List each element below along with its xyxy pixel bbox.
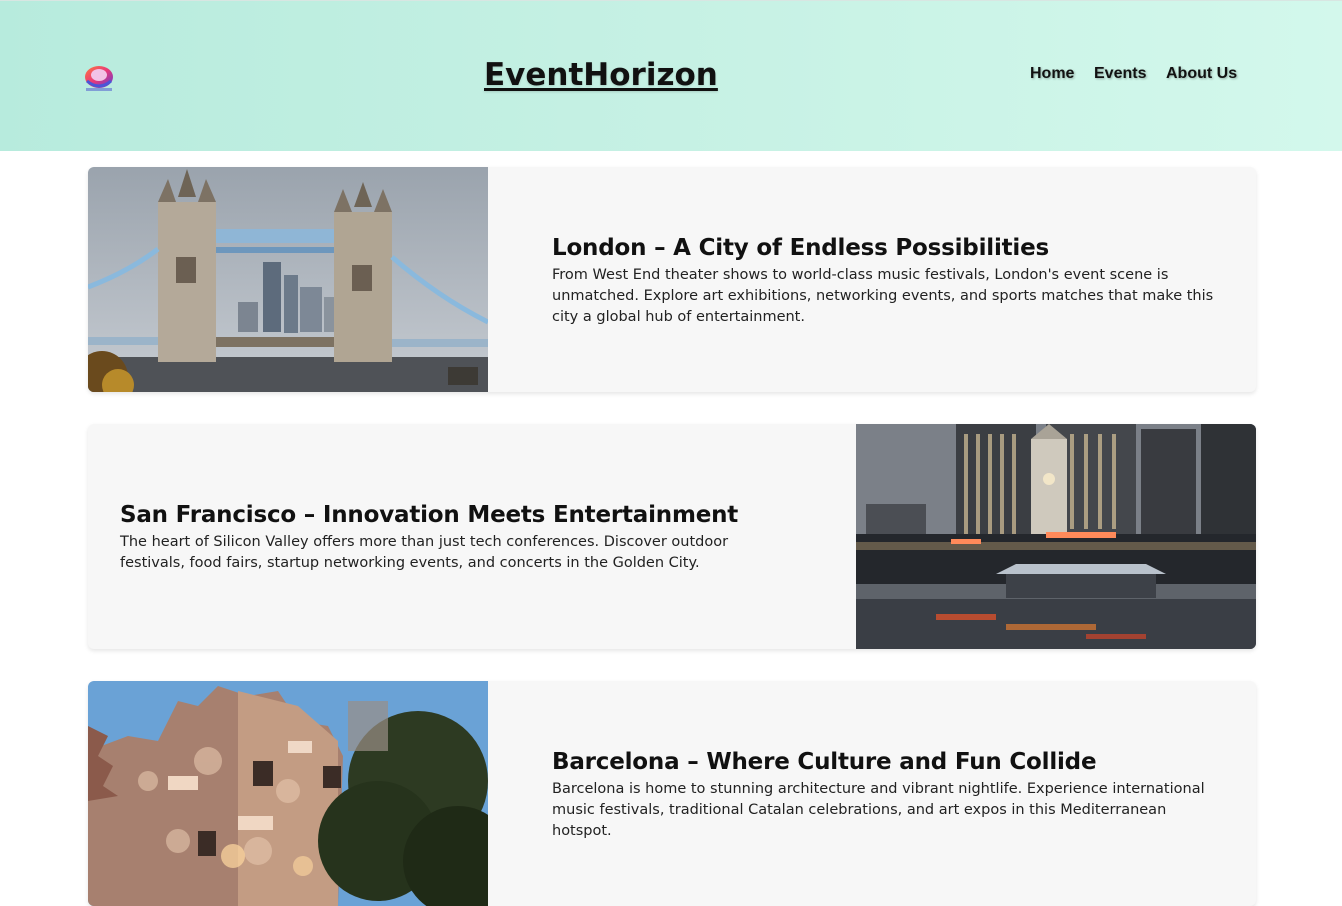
san-francisco-photo: [856, 424, 1256, 649]
london-text: London – A City of Endless Possibilities…: [552, 235, 1216, 328]
card-title: London – A City of Endless Possibilities: [552, 235, 1049, 261]
city-card-san-francisco: San Francisco – Innovation Meets Enterta…: [88, 424, 1256, 649]
london-photo: [88, 167, 488, 392]
nav-events-link[interactable]: Events: [1094, 65, 1146, 83]
card-description: From West End theater shows to world-cla…: [552, 267, 1214, 325]
san-francisco-text: San Francisco – Innovation Meets Enterta…: [120, 502, 760, 574]
barcelona-photo: [88, 681, 488, 906]
logo-icon[interactable]: [82, 61, 116, 93]
city-card-barcelona: Barcelona – Where Culture and Fun Collid…: [88, 681, 1256, 906]
card-title: Barcelona – Where Culture and Fun Collid…: [552, 749, 1097, 775]
card-title: San Francisco – Innovation Meets Enterta…: [120, 502, 739, 528]
card-description: The heart of Silicon Valley offers more …: [120, 534, 729, 571]
nav-about-link[interactable]: About Us: [1166, 65, 1237, 83]
card-description: Barcelona is home to stunning architectu…: [552, 781, 1205, 839]
nav-home-link[interactable]: Home: [1030, 65, 1074, 83]
city-card-london: London – A City of Endless Possibilities…: [88, 167, 1256, 392]
barcelona-text: Barcelona – Where Culture and Fun Collid…: [552, 749, 1216, 842]
brand-title[interactable]: EventHorizon: [484, 57, 718, 93]
site-header: EventHorizon Home Events About Us: [0, 0, 1342, 151]
